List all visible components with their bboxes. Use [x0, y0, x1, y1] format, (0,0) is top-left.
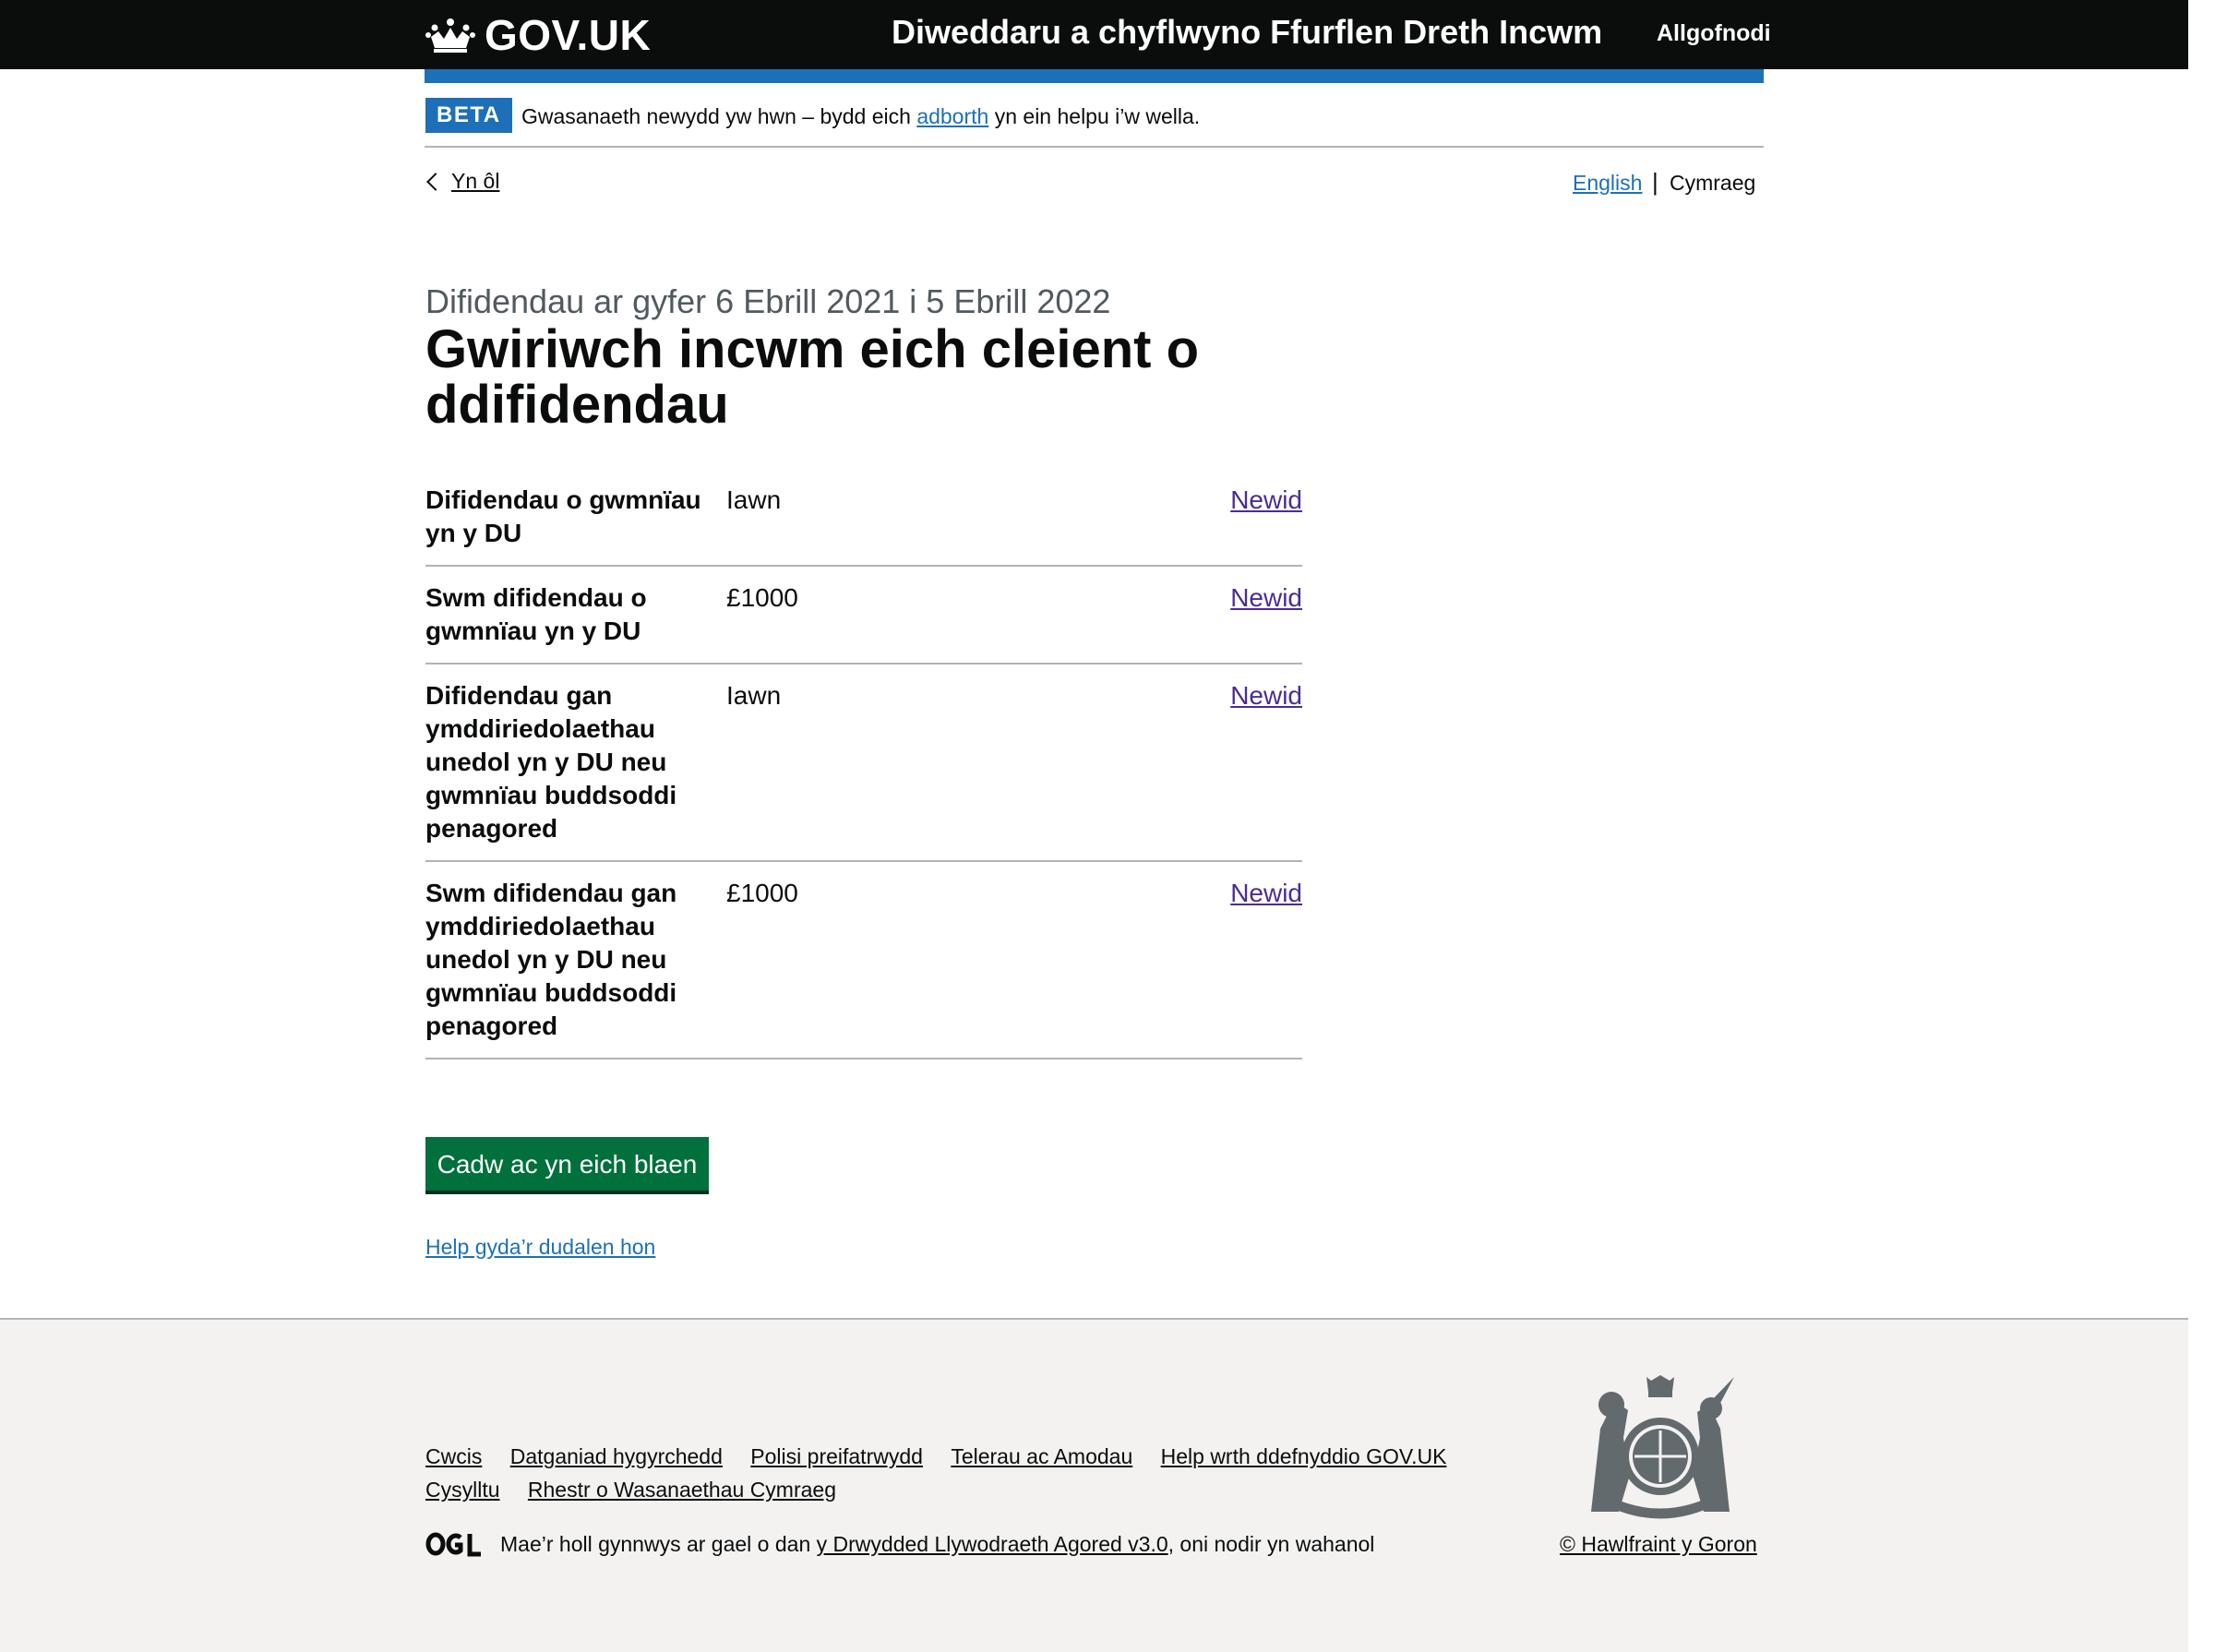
change-link[interactable]: Newid [1230, 877, 1302, 910]
licence-text-before: Mae’r holl gynnwys ar gael o dan [500, 1532, 817, 1556]
help-with-page-link[interactable]: Help gyda’r dudalen hon [425, 1235, 655, 1260]
summary-value: Iawn [726, 485, 782, 514]
signout-link[interactable]: Allgofnodi [1657, 20, 1771, 47]
change-link[interactable]: Newid [1230, 581, 1302, 615]
summary-row: Difidendau o gwmnïau yn y DU Iawn Newid [425, 480, 1302, 567]
phase-text-after: yn ein helpu i’w wella. [988, 104, 1201, 128]
crown-copyright-link[interactable]: © Hawlfraint y Goron [1560, 1532, 1757, 1557]
summary-key: Difidendau o gwmnïau yn y DU [425, 485, 701, 547]
page-title: Gwiriwch incwm eich cleient o ddifidenda… [425, 319, 1199, 435]
header-blue-bar [425, 69, 1764, 83]
licence-text-after: , oni nodir yn wahanol [1167, 1532, 1375, 1556]
footer-link-help[interactable]: Help wrth ddefnyddio GOV.UK [1161, 1440, 1447, 1473]
ogl-logo-icon [425, 1532, 481, 1557]
footer-link-welsh-services[interactable]: Rhestr o Wasanaethau Cymraeg [528, 1473, 836, 1506]
feedback-link[interactable]: adborth [916, 104, 988, 128]
summary-list: Difidendau o gwmnïau yn y DU Iawn Newid … [425, 480, 1302, 1059]
logo-text: GOV.UK [485, 11, 652, 59]
govuk-logo-link[interactable]: GOV.UK [425, 11, 651, 59]
chevron-left-icon [426, 172, 445, 191]
footer-link-terms[interactable]: Telerau ac Amodau [951, 1440, 1132, 1473]
footer-link-privacy[interactable]: Polisi preifatrwydd [750, 1440, 923, 1473]
service-name-link[interactable]: Diweddaru a chyflwyno Ffurflen Dreth Inc… [892, 13, 1602, 52]
summary-key: Swm difidendau gan ymddiriedolaethau une… [425, 879, 677, 1040]
summary-value: Iawn [726, 681, 782, 710]
open-government-licence-link[interactable]: y Drwydded Llywodraeth Agored v3.0 [817, 1532, 1168, 1556]
summary-value: £1000 [726, 583, 798, 612]
page-caption: Difidendau ar gyfer 6 Ebrill 2021 i 5 Eb… [425, 282, 1111, 320]
summary-row: Swm difidendau gan ymddiriedolaethau une… [425, 862, 1302, 1059]
summary-key: Difidendau gan ymddiriedolaethau unedol … [425, 681, 677, 843]
phase-banner-divider [425, 146, 1764, 148]
beta-tag: BETA [425, 98, 512, 133]
summary-row: Swm difidendau o gwmnïau yn y DU £1000 N… [425, 567, 1302, 664]
royal-coat-of-arms-icon [1591, 1375, 1734, 1519]
licence-text: Mae’r holl gynnwys ar gael o dan y Drwyd… [500, 1532, 1374, 1557]
change-link[interactable]: Newid [1230, 679, 1302, 712]
change-link[interactable]: Newid [1230, 484, 1302, 517]
summary-key: Swm difidendau o gwmnïau yn y DU [425, 583, 647, 645]
footer-link-accessibility[interactable]: Datganiad hygyrchedd [510, 1440, 723, 1473]
back-link[interactable]: Yn ôl [425, 169, 499, 194]
footer-link-cookies[interactable]: Cwcis [425, 1440, 482, 1473]
phase-text-before: Gwasanaeth newydd yw hwn – bydd eich [521, 104, 917, 128]
crown-icon [425, 18, 475, 53]
site-header: GOV.UK Diweddaru a chyflwyno Ffurflen Dr… [0, 0, 2188, 69]
language-separator: | [1652, 168, 1658, 196]
language-welsh-current: Cymraeg [1670, 171, 1756, 195]
language-english-link[interactable]: English [1573, 171, 1642, 196]
footer-link-contact[interactable]: Cysylltu [425, 1473, 500, 1506]
scrollbar-gutter [2188, 0, 2215, 1650]
summary-row: Difidendau gan ymddiriedolaethau unedol … [425, 664, 1302, 862]
summary-value: £1000 [726, 879, 798, 907]
back-label: Yn ôl [451, 169, 500, 193]
phase-banner-text: Gwasanaeth newydd yw hwn – bydd eich adb… [521, 102, 1200, 131]
save-and-continue-button[interactable]: Cadw ac yn eich blaen [425, 1137, 709, 1191]
site-footer: Cwcis Datganiad hygyrchedd Polisi preifa… [0, 1318, 2188, 1652]
footer-links: Cwcis Datganiad hygyrchedd Polisi preifa… [425, 1440, 1478, 1506]
